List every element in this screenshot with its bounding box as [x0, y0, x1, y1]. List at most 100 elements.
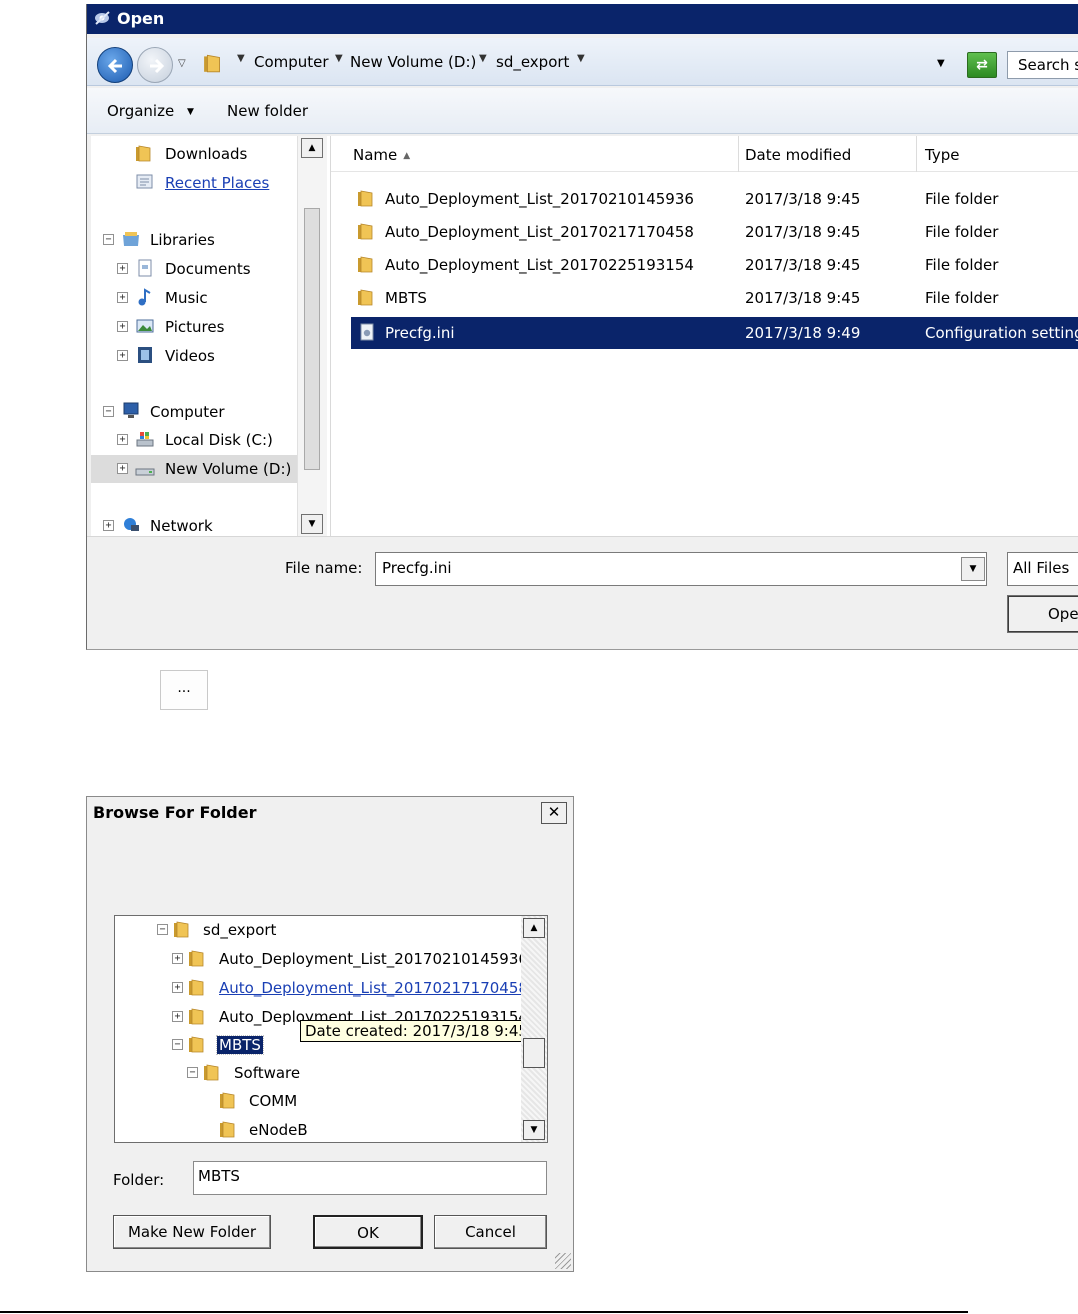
tree-item-mbts[interactable]: − MBTS [115, 1031, 295, 1059]
expand-icon[interactable]: + [117, 434, 128, 445]
browse-ellipsis-button[interactable]: ... [160, 670, 208, 710]
expand-icon[interactable]: + [117, 463, 128, 474]
tree-item-sd-export[interactable]: − sd_export [115, 916, 515, 944]
chevron-down-icon[interactable]: ▼ [577, 53, 585, 64]
nav-item-label: Libraries [150, 231, 215, 249]
folder-icon [357, 189, 377, 207]
scroll-up-icon[interactable]: ▲ [301, 138, 323, 158]
expand-icon[interactable]: + [117, 350, 128, 361]
expand-icon[interactable]: + [172, 953, 183, 964]
new-folder-button[interactable]: New folder [227, 102, 308, 120]
scroll-up-icon[interactable]: ▲ [523, 918, 545, 938]
file-type: File folder [925, 223, 999, 241]
nav-item-downloads[interactable]: Downloads [91, 140, 305, 168]
file-row[interactable]: MBTS 2017/3/18 9:45 File folder [351, 284, 1078, 312]
search-input[interactable]: Search s [1007, 51, 1078, 79]
refresh-icon: ⇄ [976, 57, 988, 73]
file-row[interactable]: Auto_Deployment_List_20170225193154 2017… [351, 251, 1078, 279]
scrollbar-thumb[interactable] [304, 208, 320, 470]
tree-scrollbar[interactable]: ▲ ▼ [521, 916, 547, 1142]
folder-label: Folder: [113, 1171, 165, 1189]
nav-item-pictures[interactable]: + Pictures [91, 313, 305, 341]
expand-icon[interactable]: + [103, 520, 114, 531]
sort-ascending-icon: ▲ [403, 151, 411, 161]
chevron-down-icon[interactable]: ▼ [479, 53, 487, 64]
refresh-button[interactable]: ⇄ [967, 52, 997, 78]
tree-item-list1[interactable]: + Auto_Deployment_List_20170210145936 [115, 945, 528, 973]
resize-grip-icon[interactable] [555, 1253, 571, 1269]
nav-item-videos[interactable]: + Videos [91, 342, 305, 370]
history-dropdown-icon[interactable]: ▽ [178, 58, 186, 69]
nav-item-documents[interactable]: + Documents [91, 255, 305, 283]
expand-icon[interactable]: + [117, 292, 128, 303]
chevron-down-icon[interactable]: ▼ [187, 107, 194, 117]
tree-item-label: sd_export [203, 921, 277, 939]
column-headers: Name ▲ Date modified Type [331, 136, 1078, 172]
close-button[interactable]: ✕ [541, 802, 567, 824]
nav-item-recent-places[interactable]: Recent Places [91, 169, 305, 197]
chevron-down-icon[interactable]: ▼ [237, 53, 245, 64]
tree-item-comm[interactable]: COMM [115, 1087, 415, 1115]
file-date: 2017/3/18 9:45 [745, 289, 861, 307]
tree-item-enodeb[interactable]: eNodeB [115, 1116, 415, 1142]
nav-item-network[interactable]: + Network [91, 512, 305, 536]
file-row[interactable]: Auto_Deployment_List_20170217170458 2017… [351, 218, 1078, 246]
expand-icon[interactable]: + [117, 321, 128, 332]
collapse-icon[interactable]: − [157, 924, 168, 935]
navigation-scrollbar[interactable]: ▲ ▼ [297, 136, 327, 536]
folder-icon [203, 52, 225, 74]
forward-button[interactable] [137, 47, 173, 83]
nav-item-computer[interactable]: − Computer [91, 398, 305, 426]
column-header-type[interactable]: Type [917, 136, 1078, 172]
folder-icon [188, 978, 208, 996]
expand-icon[interactable]: + [172, 982, 183, 993]
back-button[interactable] [97, 47, 133, 83]
file-name: Precfg.ini [385, 324, 455, 342]
column-header-name[interactable]: Name ▲ [345, 136, 739, 172]
scrollbar-thumb[interactable] [523, 1038, 545, 1068]
close-icon: ✕ [547, 803, 561, 821]
file-name-dropdown-icon[interactable]: ▼ [961, 557, 985, 581]
chevron-down-icon[interactable]: ▼ [335, 53, 343, 64]
nav-item-libraries[interactable]: − Libraries [91, 226, 305, 254]
folder-icon [188, 1007, 208, 1025]
breadcrumb-computer[interactable]: Computer [254, 53, 329, 71]
nav-item-new-volume[interactable]: + New Volume (D:) [91, 455, 305, 483]
cancel-button[interactable]: Cancel [434, 1215, 547, 1249]
tree-item-software[interactable]: − Software [115, 1059, 415, 1087]
scroll-down-icon[interactable]: ▼ [523, 1120, 545, 1140]
ok-button[interactable]: OK [313, 1215, 423, 1249]
music-icon [138, 288, 151, 306]
open-button[interactable]: Open [1007, 595, 1078, 633]
make-new-folder-button[interactable]: Make New Folder [113, 1215, 271, 1249]
nav-item-music[interactable]: + Music [91, 284, 305, 312]
organize-button[interactable]: Organize [107, 102, 174, 120]
folder-icon [357, 222, 377, 240]
nav-item-label: Network [150, 517, 213, 535]
collapse-icon[interactable]: − [103, 234, 114, 245]
tree-item-label: COMM [249, 1092, 298, 1110]
file-name-input[interactable]: Precfg.ini [375, 552, 987, 586]
scroll-down-icon[interactable]: ▼ [301, 514, 323, 534]
file-type-select[interactable]: All Files [1007, 552, 1078, 586]
file-row-selected[interactable]: Precfg.ini 2017/3/18 9:49 Configuration … [351, 317, 1078, 349]
nav-item-label: Recent Places [165, 174, 270, 192]
tree-item-list2[interactable]: + Auto_Deployment_List_20170217170458 [115, 974, 528, 1002]
file-row[interactable]: Auto_Deployment_List_20170210145936 2017… [351, 185, 1078, 213]
expand-icon[interactable]: + [117, 263, 128, 274]
command-bar: Organize ▼ New folder [87, 88, 1078, 134]
breadcrumb-new-volume[interactable]: New Volume (D:) [350, 53, 476, 71]
folder-input[interactable]: MBTS [193, 1161, 547, 1195]
column-header-date-modified[interactable]: Date modified [737, 136, 917, 172]
address-bar: ▽ ▼ Computer ▼ New Volume (D:) ▼ sd_expo… [87, 38, 1078, 86]
satellite-icon [95, 11, 110, 25]
browse-dialog-title: Browse For Folder [93, 803, 257, 822]
address-dropdown-icon[interactable]: ▼ [937, 58, 945, 69]
nav-item-local-disk[interactable]: + Local Disk (C:) [91, 426, 305, 454]
collapse-icon[interactable]: − [103, 406, 114, 417]
breadcrumb-sd-export[interactable]: sd_export [496, 53, 569, 71]
collapse-icon[interactable]: − [187, 1067, 198, 1078]
collapse-icon[interactable]: − [172, 1039, 183, 1050]
expand-icon[interactable]: + [172, 1011, 183, 1022]
folder-icon [188, 949, 208, 967]
